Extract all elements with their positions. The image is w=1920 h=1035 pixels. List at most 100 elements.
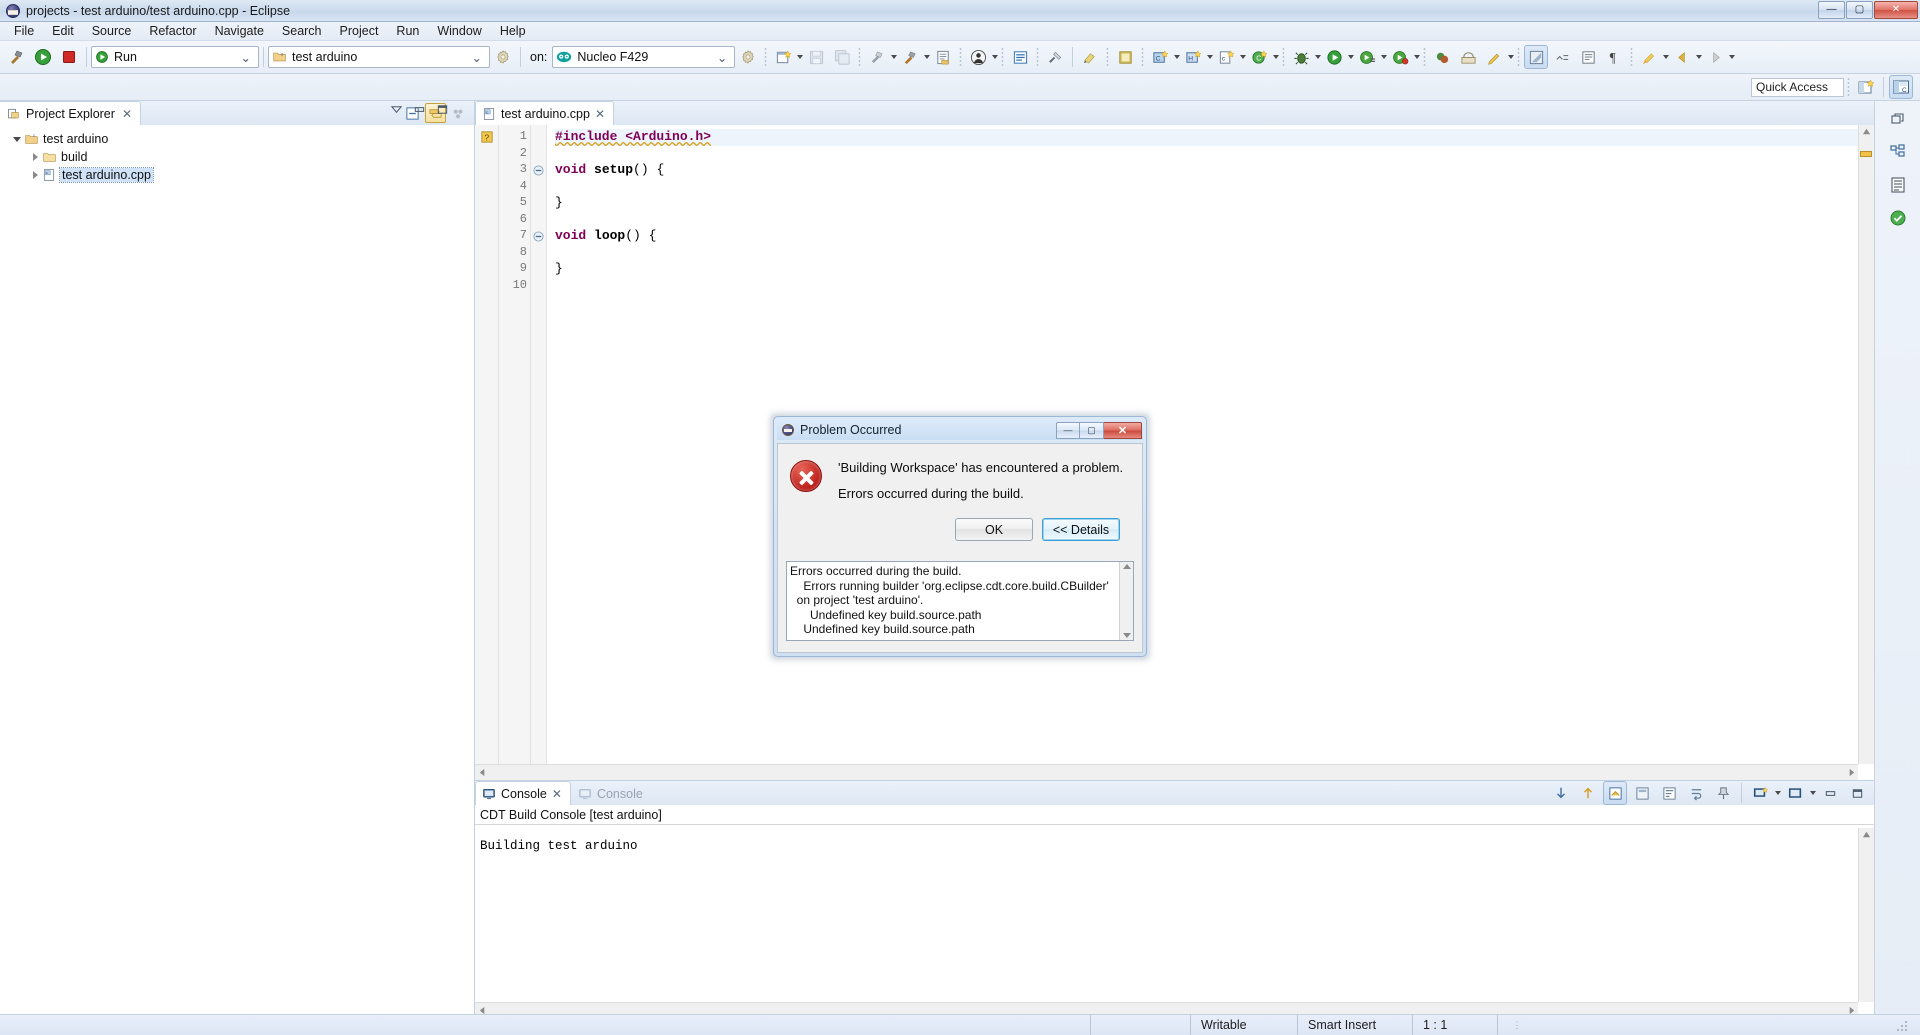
chevron-down-icon[interactable] bbox=[1729, 55, 1736, 59]
open-terminal-icon[interactable] bbox=[1456, 45, 1480, 69]
tab-console-active[interactable]: Console ✕ bbox=[475, 781, 571, 805]
gear-icon[interactable] bbox=[736, 45, 760, 69]
dialog-details-scrollbar[interactable] bbox=[1119, 562, 1133, 640]
dialog-close-button[interactable]: ✕ bbox=[1104, 421, 1142, 439]
chevron-down-icon[interactable] bbox=[1381, 55, 1388, 59]
menu-refactor[interactable]: Refactor bbox=[140, 23, 205, 39]
window-close-button[interactable]: ✕ bbox=[1874, 0, 1918, 19]
menu-navigate[interactable]: Navigate bbox=[206, 23, 273, 39]
show-whitespace-icon[interactable] bbox=[1550, 45, 1574, 69]
chevron-down-icon[interactable] bbox=[1273, 55, 1280, 59]
chevron-down-icon[interactable] bbox=[1207, 55, 1214, 59]
menu-source[interactable]: Source bbox=[83, 23, 141, 39]
folding-ruler[interactable] bbox=[531, 125, 547, 780]
display-selected-console-icon[interactable] bbox=[1783, 781, 1807, 805]
chevron-down-icon[interactable] bbox=[1414, 55, 1421, 59]
tree-item-build[interactable]: build bbox=[0, 148, 474, 166]
editor-tab-test-arduino-cpp[interactable]: c test arduino.cpp ✕ bbox=[475, 101, 615, 125]
minimize-icon[interactable] bbox=[1818, 781, 1842, 805]
marker-icon[interactable] bbox=[1078, 45, 1102, 69]
quick-access-input[interactable]: Quick Access bbox=[1751, 77, 1844, 97]
open-element-icon[interactable] bbox=[1008, 45, 1032, 69]
details-button[interactable]: << Details bbox=[1042, 518, 1120, 541]
console-output[interactable]: Building test arduino bbox=[475, 825, 1874, 853]
toggle-mark-occurrences-icon[interactable] bbox=[1524, 45, 1549, 69]
cpp-perspective-icon[interactable]: C bbox=[1889, 75, 1913, 99]
project-combo[interactable]: c test arduino ⌄ bbox=[268, 46, 490, 68]
paragraph-marks-icon[interactable]: ¶ bbox=[1602, 45, 1626, 69]
new-wizard-icon[interactable] bbox=[771, 45, 795, 69]
menu-window[interactable]: Window bbox=[428, 23, 490, 39]
chevron-down-icon[interactable] bbox=[1696, 55, 1703, 59]
block-selection-icon[interactable] bbox=[1576, 45, 1600, 69]
view-menu-icon[interactable] bbox=[390, 103, 403, 119]
chevron-down-icon[interactable] bbox=[1508, 55, 1515, 59]
chevron-down-icon[interactable] bbox=[1810, 791, 1816, 795]
scroll-up-icon[interactable] bbox=[1576, 781, 1600, 805]
pin-console-icon[interactable] bbox=[1711, 781, 1735, 805]
target-combo[interactable]: Nucleo F429 ⌄ bbox=[552, 46, 736, 68]
restore-icon[interactable] bbox=[1885, 107, 1911, 131]
tree-expander-icon[interactable] bbox=[28, 171, 42, 179]
view-menu-icon[interactable] bbox=[448, 103, 469, 123]
scroll-lock-icon[interactable] bbox=[1603, 781, 1627, 805]
stop-red-square-icon[interactable] bbox=[57, 45, 81, 69]
resize-grip-icon[interactable] bbox=[1886, 1015, 1920, 1035]
run-icon[interactable] bbox=[1322, 45, 1346, 69]
save-all-icon[interactable] bbox=[830, 45, 854, 69]
close-x-icon[interactable]: ✕ bbox=[122, 107, 132, 121]
chevron-down-icon[interactable]: ⌄ bbox=[236, 50, 256, 65]
menu-search[interactable]: Search bbox=[273, 23, 331, 39]
profile-icon[interactable] bbox=[1388, 45, 1412, 69]
code-editor[interactable]: ? 1 2 3 4 5 6 7 8 9 10 #include <Arduino… bbox=[475, 125, 1874, 780]
dialog-details-panel[interactable]: Errors occurred during the build. Errors… bbox=[786, 561, 1134, 641]
window-minimize-button[interactable]: — bbox=[1818, 0, 1845, 19]
tree-item-test-arduino[interactable]: c test arduino bbox=[0, 130, 474, 148]
chevron-down-icon[interactable] bbox=[1663, 55, 1670, 59]
chevron-down-icon[interactable] bbox=[1315, 55, 1322, 59]
tab-project-explorer[interactable]: Project Explorer ✕ bbox=[0, 101, 141, 125]
new-c-class-icon[interactable]: C bbox=[1148, 45, 1172, 69]
new-cpp-class-icon[interactable]: H bbox=[1181, 45, 1205, 69]
forward-icon[interactable] bbox=[1703, 45, 1727, 69]
code-text[interactable]: #include <Arduino.h> void setup() { } vo… bbox=[547, 125, 1874, 780]
new-source-folder-icon[interactable]: C bbox=[1247, 45, 1271, 69]
scroll-left-arrow-icon[interactable] bbox=[475, 766, 489, 780]
chevron-down-icon[interactable] bbox=[924, 55, 931, 59]
build-configurations-icon[interactable] bbox=[931, 45, 955, 69]
minimize-icon[interactable] bbox=[413, 103, 426, 119]
close-x-icon[interactable]: ✕ bbox=[552, 787, 562, 801]
dialog-maximize-button[interactable]: ▢ bbox=[1080, 421, 1104, 439]
marker-ruler[interactable]: ? bbox=[475, 125, 499, 780]
close-x-icon[interactable]: ✕ bbox=[595, 107, 605, 121]
task-list-icon[interactable] bbox=[1885, 173, 1911, 197]
window-maximize-button[interactable]: ▢ bbox=[1846, 0, 1873, 19]
editor-vertical-scrollbar[interactable] bbox=[1858, 125, 1874, 764]
menu-run[interactable]: Run bbox=[387, 23, 428, 39]
new-console-view-icon[interactable] bbox=[1748, 781, 1772, 805]
word-wrap-icon[interactable] bbox=[1657, 781, 1681, 805]
user-icon[interactable] bbox=[966, 45, 990, 69]
progress-indicator-icon[interactable]: ⋮ bbox=[1497, 1014, 1537, 1035]
debug-bug-icon[interactable] bbox=[1289, 45, 1313, 69]
maximize-icon[interactable] bbox=[1845, 781, 1869, 805]
scroll-down-icon[interactable] bbox=[1549, 781, 1573, 805]
tree-expander-icon[interactable] bbox=[28, 153, 42, 161]
back-icon[interactable] bbox=[1670, 45, 1694, 69]
tab-console-inactive[interactable]: Console bbox=[571, 781, 652, 805]
chevron-down-icon[interactable] bbox=[1174, 55, 1181, 59]
hammer-icon[interactable] bbox=[5, 45, 29, 69]
gear-icon[interactable] bbox=[491, 45, 515, 69]
chevron-down-icon[interactable] bbox=[1240, 55, 1247, 59]
open-perspective-icon[interactable] bbox=[1854, 75, 1878, 99]
menu-edit[interactable]: Edit bbox=[43, 23, 83, 39]
chevron-down-icon[interactable] bbox=[891, 55, 898, 59]
last-edit-location-icon[interactable] bbox=[1637, 45, 1661, 69]
scroll-up-arrow-icon[interactable] bbox=[1122, 564, 1131, 569]
scroll-down-arrow-icon[interactable] bbox=[1122, 633, 1131, 638]
outline-view-icon[interactable] bbox=[1885, 140, 1911, 164]
toggle-block-icon[interactable] bbox=[1113, 45, 1137, 69]
chevron-down-icon[interactable] bbox=[992, 55, 999, 59]
new-c-file-icon[interactable]: c bbox=[1214, 45, 1238, 69]
menu-help[interactable]: Help bbox=[491, 23, 535, 39]
